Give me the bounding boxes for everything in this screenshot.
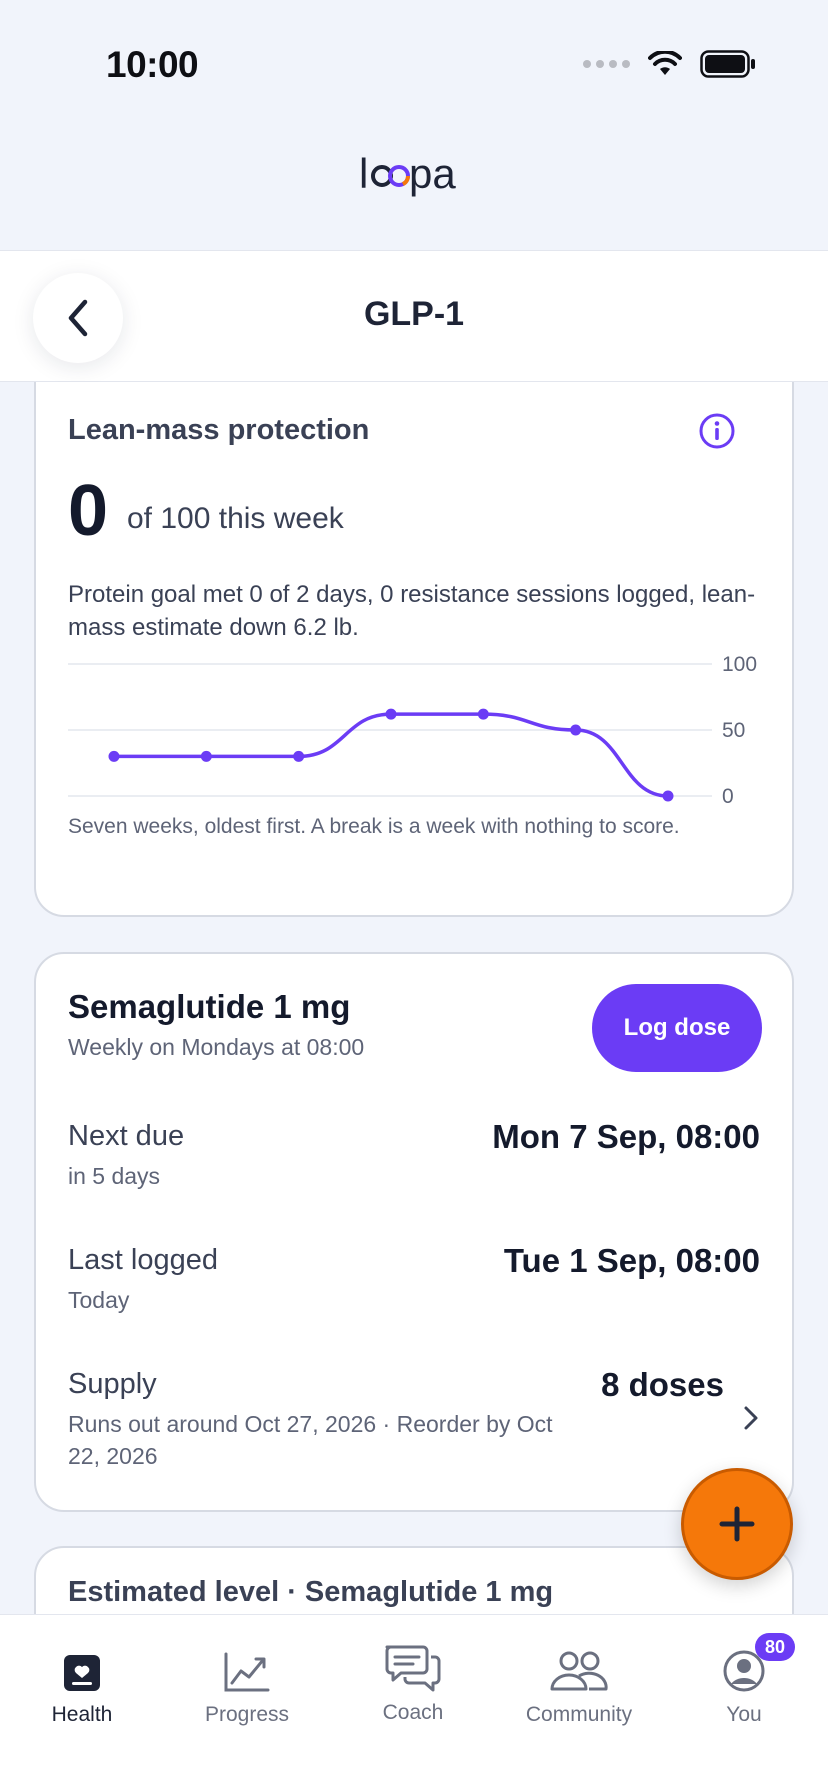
chart-series-line xyxy=(112,712,670,798)
tab-label: Coach xyxy=(382,1701,444,1724)
tab-progress[interactable]: Progress xyxy=(172,1637,322,1727)
supply-sub: Runs out around Oct 27, 2026 · Reorder b… xyxy=(68,1411,553,1469)
status-icons xyxy=(583,50,756,78)
tab-you[interactable]: You 80 xyxy=(669,1633,819,1727)
tab-bar: Health Progress Coach Community You 80 xyxy=(0,1614,828,1792)
plus-icon xyxy=(719,1506,755,1542)
chart-y-tick-label: 100 xyxy=(722,654,757,676)
lean-mass-card: Lean-mass protection 0 of 100 this week … xyxy=(34,382,794,917)
next-due-sub: in 5 days xyxy=(68,1163,161,1189)
log-dose-button[interactable]: Log dose xyxy=(592,984,762,1072)
lean-mass-title: Lean-mass protection xyxy=(68,414,370,446)
chart-point xyxy=(662,790,674,802)
next-due-label: Next due xyxy=(68,1120,185,1152)
lean-mass-description: Protein goal met 0 of 2 days, 0 resistan… xyxy=(68,581,756,641)
status-bar: 10:00 xyxy=(0,0,828,130)
app-logo: l pa xyxy=(0,150,828,207)
tab-label: Community xyxy=(525,1703,633,1726)
last-logged-value: Tue 1 Sep, 08:00 xyxy=(503,1242,760,1279)
tab-label: You xyxy=(726,1703,762,1726)
notification-badge: 80 xyxy=(755,1633,795,1661)
svg-text:pa: pa xyxy=(409,152,456,197)
svg-text:l: l xyxy=(359,152,368,197)
tab-coach[interactable]: Coach xyxy=(338,1637,488,1725)
chart-point xyxy=(293,750,305,762)
tab-health[interactable]: Health xyxy=(7,1637,157,1727)
nav-header: GLP-1 xyxy=(0,250,828,382)
next-due-value: Mon 7 Sep, 08:00 xyxy=(492,1118,760,1155)
chart-caption: Seven weeks, oldest first. A break is a … xyxy=(68,815,680,838)
chart-icon xyxy=(224,1652,270,1692)
add-button[interactable] xyxy=(681,1468,793,1580)
tab-label: Progress xyxy=(204,1703,290,1726)
page-title: GLP-1 xyxy=(363,295,465,333)
last-logged-sub: Today xyxy=(68,1287,130,1313)
info-icon[interactable] xyxy=(698,412,736,450)
supply-label: Supply xyxy=(68,1368,157,1400)
estimated-level-card: Estimated level · Semaglutide 1 mg xyxy=(34,1546,794,1614)
signal-icon xyxy=(583,60,630,68)
status-time: 10:00 xyxy=(106,44,199,85)
chart-point xyxy=(200,750,212,762)
people-icon xyxy=(550,1651,608,1691)
wifi-icon xyxy=(648,51,682,75)
chart-y-tick-label: 0 xyxy=(722,785,734,804)
loopa-logo: l pa xyxy=(359,150,456,197)
medication-name: Semaglutide 1 mg xyxy=(68,988,351,1025)
last-logged-label: Last logged xyxy=(68,1244,218,1276)
chat-icon xyxy=(385,1645,441,1692)
health-icon xyxy=(64,1655,100,1691)
supply-value: 8 doses xyxy=(601,1366,724,1403)
medication-schedule: Weekly on Mondays at 08:00 xyxy=(68,1034,365,1060)
chart-point xyxy=(385,708,397,720)
tab-community[interactable]: Community xyxy=(504,1637,654,1727)
chart-point xyxy=(570,724,582,736)
chart-point xyxy=(477,708,489,720)
battery-icon xyxy=(700,50,755,78)
medication-card: Semaglutide 1 mg Weekly on Mondays at 08… xyxy=(34,952,794,1512)
lean-mass-score: 0 xyxy=(68,471,109,551)
tab-label: Health xyxy=(51,1703,113,1726)
lean-mass-chart: 100 50 0 xyxy=(68,654,757,804)
lean-mass-score-suffix: of 100 this week xyxy=(127,502,344,535)
chart-y-tick-label: 50 xyxy=(722,719,745,742)
chart-point xyxy=(108,750,120,762)
scroll-content[interactable]: Lean-mass protection 0 of 100 this week … xyxy=(0,382,828,1614)
chevron-right-icon xyxy=(744,1406,758,1430)
estimated-level-title: Estimated level · Semaglutide 1 mg xyxy=(68,1576,554,1608)
